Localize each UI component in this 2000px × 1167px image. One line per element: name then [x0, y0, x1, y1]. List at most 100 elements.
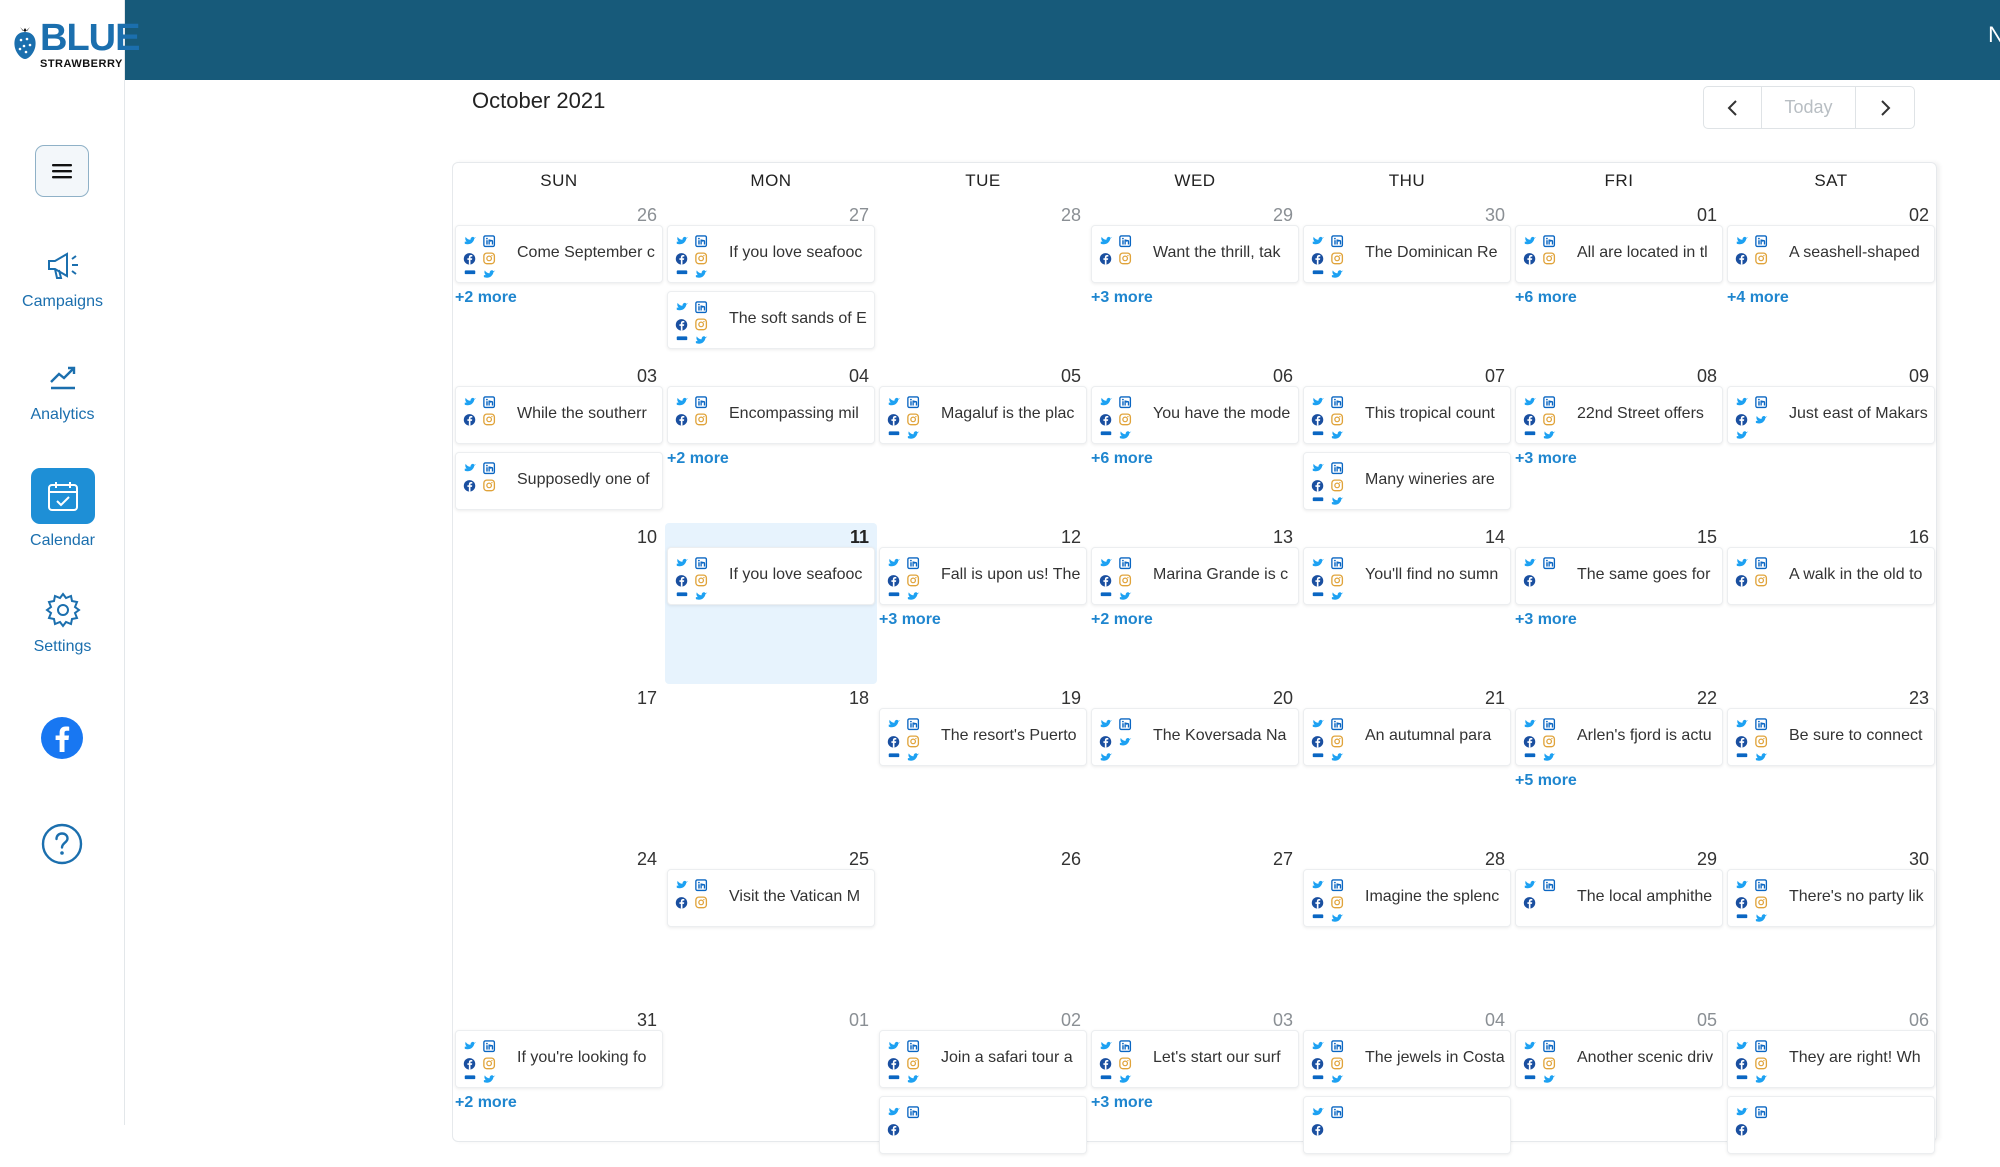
calendar-event[interactable]: You have the mode [1091, 386, 1299, 444]
calendar-event[interactable] [1303, 1096, 1511, 1154]
calendar-day[interactable]: 01 All are located in tl +6 more [1513, 201, 1725, 362]
calendar-day[interactable]: 07 This tropical count Many wineries are [1301, 362, 1513, 523]
calendar-event[interactable]: Marina Grande is c [1091, 547, 1299, 605]
calendar-event[interactable]: The same goes for [1515, 547, 1723, 605]
more-events-link[interactable]: +6 more [1091, 450, 1153, 468]
calendar-day[interactable]: 02 A seashell-shaped +4 more [1725, 201, 1937, 362]
calendar-event[interactable]: All are located in tl [1515, 225, 1723, 283]
calendar-event[interactable]: While the southerr [455, 386, 663, 444]
calendar-day[interactable]: 29 Want the thrill, tak +3 more [1089, 201, 1301, 362]
calendar-day[interactable]: 01 [665, 1006, 877, 1167]
calendar-event[interactable]: If you're looking fo [455, 1030, 663, 1088]
calendar-event[interactable]: Many wineries are [1303, 452, 1511, 510]
calendar-day[interactable]: 04 The jewels in Costa [1301, 1006, 1513, 1167]
calendar-day[interactable]: 19 The resort's Puerto [877, 684, 1089, 845]
today-button[interactable]: Today [1762, 87, 1856, 128]
calendar-event[interactable]: The jewels in Costa [1303, 1030, 1511, 1088]
calendar-event[interactable]: The Dominican Re [1303, 225, 1511, 283]
calendar-event[interactable]: Just east of Makars [1727, 386, 1935, 444]
calendar-event[interactable] [879, 1096, 1087, 1154]
calendar-day[interactable]: 26 [877, 845, 1089, 1006]
sidebar-item-calendar[interactable]: Calendar [0, 468, 125, 550]
calendar-event[interactable]: Another scenic driv [1515, 1030, 1723, 1088]
calendar-event[interactable]: 22nd Street offers [1515, 386, 1723, 444]
calendar-event[interactable]: There's no party lik [1727, 869, 1935, 927]
more-events-link[interactable]: +3 more [1091, 289, 1153, 307]
calendar-day[interactable]: 29 The local amphithe [1513, 845, 1725, 1006]
calendar-day[interactable]: 28 [877, 201, 1089, 362]
facebook-icon[interactable] [40, 716, 84, 760]
calendar-day[interactable]: 06 You have the mode +6 more [1089, 362, 1301, 523]
calendar-day[interactable]: 10 [453, 523, 665, 684]
calendar-event[interactable]: Supposedly one of [455, 452, 663, 510]
calendar-day[interactable]: 02 Join a safari tour a [877, 1006, 1089, 1167]
more-events-link[interactable]: +3 more [1091, 1094, 1153, 1112]
calendar-event[interactable]: Fall is upon us! The [879, 547, 1087, 605]
more-events-link[interactable]: +3 more [1515, 611, 1577, 629]
more-events-link[interactable]: +4 more [1727, 289, 1789, 307]
calendar-event[interactable]: Imagine the splenc [1303, 869, 1511, 927]
calendar-event[interactable]: Magaluf is the plac [879, 386, 1087, 444]
calendar-day[interactable]: 27 If you love seafooc The soft sands of E [665, 201, 877, 362]
calendar-day[interactable]: 18 [665, 684, 877, 845]
more-events-link[interactable]: +2 more [455, 1094, 517, 1112]
calendar-day[interactable]: 22 Arlen's fjord is actu +5 more [1513, 684, 1725, 845]
calendar-event[interactable]: The resort's Puerto [879, 708, 1087, 766]
more-events-link[interactable]: +6 more [1515, 289, 1577, 307]
calendar-day[interactable]: 24 [453, 845, 665, 1006]
calendar-event[interactable]: Arlen's fjord is actu [1515, 708, 1723, 766]
more-events-link[interactable]: +5 more [1515, 772, 1577, 790]
calendar-day[interactable]: 21 An autumnal para [1301, 684, 1513, 845]
calendar-event[interactable]: Let's start our surf [1091, 1030, 1299, 1088]
calendar-event[interactable]: Come September c [455, 225, 663, 283]
calendar-event[interactable]: Join a safari tour a [879, 1030, 1087, 1088]
more-events-link[interactable]: +3 more [1515, 450, 1577, 468]
calendar-event[interactable]: A seashell-shaped [1727, 225, 1935, 283]
calendar-event[interactable]: You'll find no sumn [1303, 547, 1511, 605]
help-icon[interactable] [40, 822, 84, 866]
calendar-day[interactable]: 03 While the southerr Supposedly one of [453, 362, 665, 523]
more-events-link[interactable]: +3 more [879, 611, 941, 629]
next-month-button[interactable] [1856, 87, 1914, 128]
calendar-day[interactable]: 12 Fall is upon us! The +3 more [877, 523, 1089, 684]
menu-toggle-button[interactable] [35, 145, 89, 197]
calendar-day[interactable]: 16 A walk in the old to [1725, 523, 1937, 684]
sidebar-item-campaigns[interactable]: Campaigns [0, 245, 125, 311]
calendar-day[interactable]: 28 Imagine the splenc [1301, 845, 1513, 1006]
calendar-event[interactable]: If you love seafooc [667, 547, 875, 605]
prev-month-button[interactable] [1704, 87, 1762, 128]
sidebar-item-analytics[interactable]: Analytics [0, 358, 125, 424]
calendar-day[interactable]: 14 You'll find no sumn [1301, 523, 1513, 684]
logo[interactable]: BLUE STRAWBERRY [10, 14, 140, 74]
calendar-day[interactable]: 17 [453, 684, 665, 845]
more-events-link[interactable]: +2 more [455, 289, 517, 307]
calendar-event[interactable]: If you love seafooc [667, 225, 875, 283]
calendar-event[interactable] [1727, 1096, 1935, 1154]
calendar-event[interactable]: A walk in the old to [1727, 547, 1935, 605]
calendar-day[interactable]: 03 Let's start our surf +3 more [1089, 1006, 1301, 1167]
calendar-day[interactable]: 05 Another scenic driv [1513, 1006, 1725, 1167]
calendar-day-today[interactable]: 11 If you love seafooc [665, 523, 877, 684]
calendar-day[interactable]: 04 Encompassing mil +2 more [665, 362, 877, 523]
calendar-event[interactable]: Be sure to connect [1727, 708, 1935, 766]
calendar-day[interactable]: 31 If you're looking fo +2 more [453, 1006, 665, 1167]
calendar-day[interactable]: 25 Visit the Vatican M [665, 845, 877, 1006]
calendar-event[interactable]: The local amphithe [1515, 869, 1723, 927]
calendar-day[interactable]: 26 Come September c +2 more [453, 201, 665, 362]
calendar-event[interactable]: Want the thrill, tak [1091, 225, 1299, 283]
calendar-day[interactable]: 23 Be sure to connect [1725, 684, 1937, 845]
sidebar-item-settings[interactable]: Settings [0, 590, 125, 656]
calendar-event[interactable]: They are right! Wh [1727, 1030, 1935, 1088]
calendar-event[interactable]: Encompassing mil [667, 386, 875, 444]
calendar-day[interactable]: 30 The Dominican Re [1301, 201, 1513, 362]
calendar-event[interactable]: Visit the Vatican M [667, 869, 875, 927]
calendar-day[interactable]: 30 There's no party lik [1725, 845, 1937, 1006]
calendar-day[interactable]: 27 [1089, 845, 1301, 1006]
calendar-day[interactable]: 20 The Koversada Na [1089, 684, 1301, 845]
calendar-day[interactable]: 05 Magaluf is the plac [877, 362, 1089, 523]
more-events-link[interactable]: +2 more [667, 450, 729, 468]
calendar-event[interactable]: This tropical count [1303, 386, 1511, 444]
calendar-day[interactable]: 06 They are right! Wh [1725, 1006, 1937, 1167]
calendar-event[interactable]: The soft sands of E [667, 291, 875, 349]
more-events-link[interactable]: +2 more [1091, 611, 1153, 629]
